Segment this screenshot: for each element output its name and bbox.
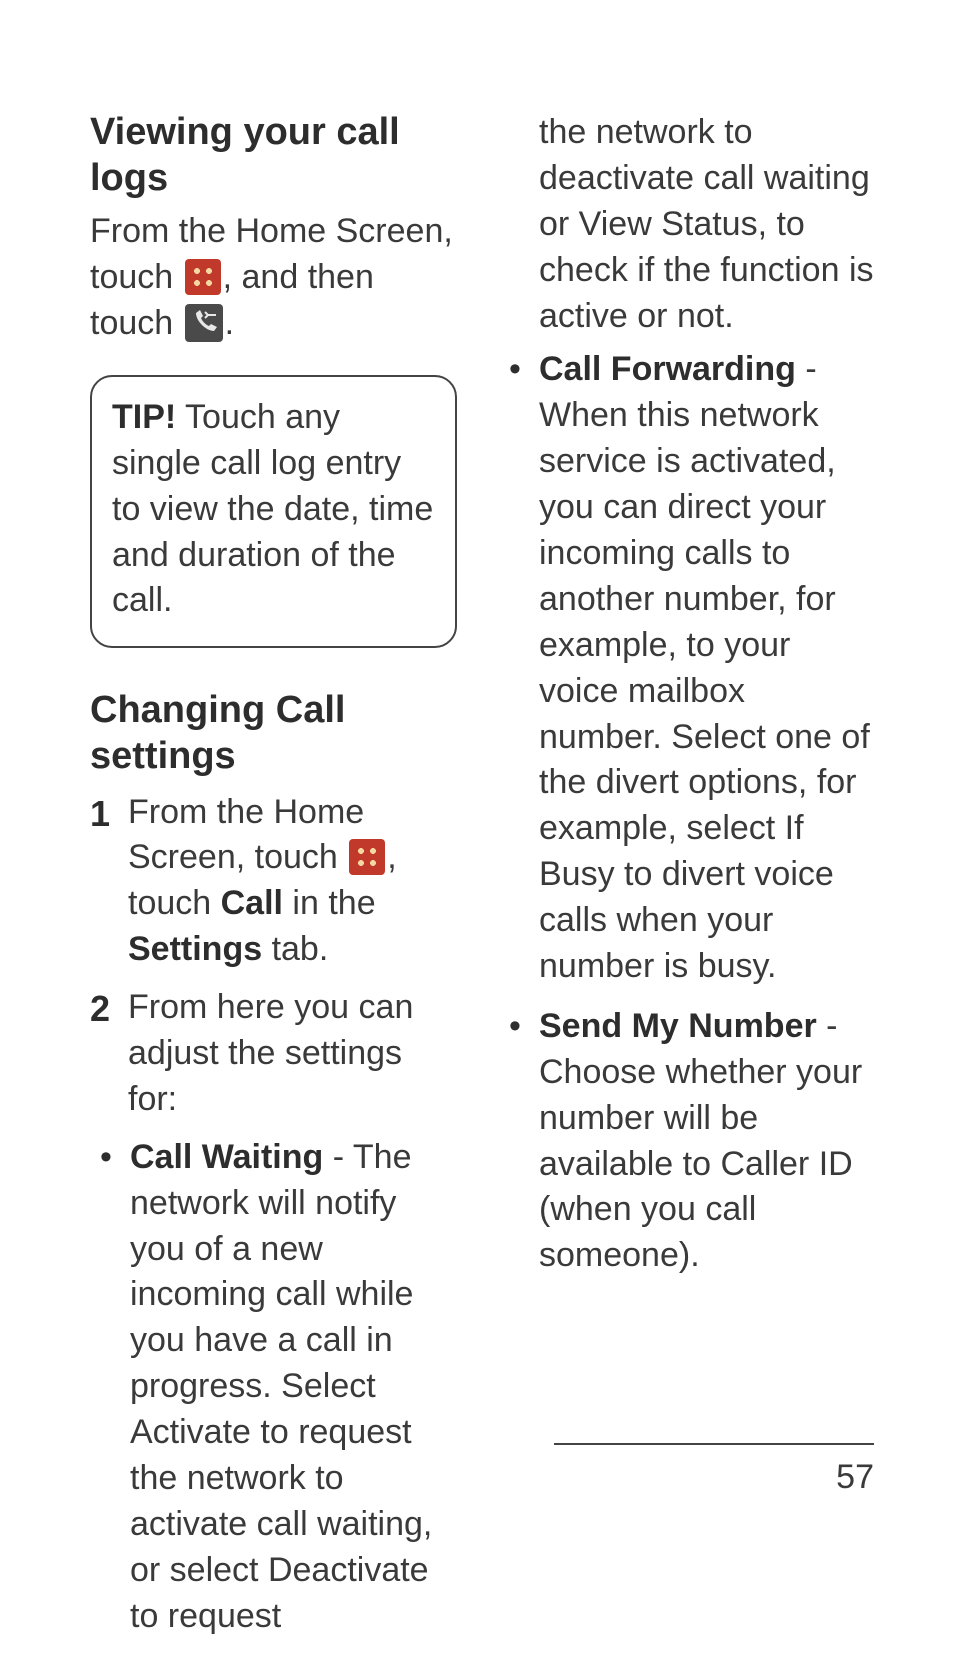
text: - The network will notify you of a new i… xyxy=(130,1138,432,1635)
text: tab. xyxy=(262,930,328,968)
paragraph: From the Home Screen, touch , and then t… xyxy=(90,209,457,347)
bullet-send-my-number: Send My Number - Choose whether your num… xyxy=(507,1004,874,1279)
apps-icon xyxy=(349,839,385,875)
text: - Choose whether your number will be ava… xyxy=(539,1007,862,1274)
page-footer: 57 xyxy=(554,1443,874,1501)
tip-box: TIP! Touch any single call log entry to … xyxy=(90,375,457,648)
label-call-waiting: Call Waiting xyxy=(130,1138,323,1176)
step-1: From the Home Screen, touch , touch Call… xyxy=(90,790,457,974)
text: . xyxy=(225,304,234,342)
label-settings: Settings xyxy=(128,930,262,968)
step-2: From here you can adjust the settings fo… xyxy=(90,985,457,1123)
label-call-forwarding: Call Forwarding xyxy=(539,350,796,388)
text: - When this network service is activated… xyxy=(539,350,870,985)
text: From the Home Screen, touch xyxy=(128,793,364,877)
heading-changing-call-settings: Changing Call settings xyxy=(90,688,457,779)
label-send-my-number: Send My Number xyxy=(539,1007,817,1045)
tip-label: TIP! xyxy=(112,398,176,436)
bullet-call-waiting: Call Waiting - The network will notify y… xyxy=(90,1135,457,1640)
footer-rule xyxy=(554,1443,874,1445)
text: From here you can adjust the settings fo… xyxy=(128,988,413,1118)
call-log-icon xyxy=(185,304,223,342)
label-call: Call xyxy=(221,884,283,922)
apps-icon xyxy=(185,259,221,295)
text: in the xyxy=(283,884,376,922)
bullet-call-forwarding: Call Forwarding - When this network serv… xyxy=(507,347,874,989)
page-number: 57 xyxy=(554,1455,874,1501)
carryover-text: the network to deactivate call waiting o… xyxy=(507,110,874,339)
heading-viewing-call-logs: Viewing your call logs xyxy=(90,110,457,201)
